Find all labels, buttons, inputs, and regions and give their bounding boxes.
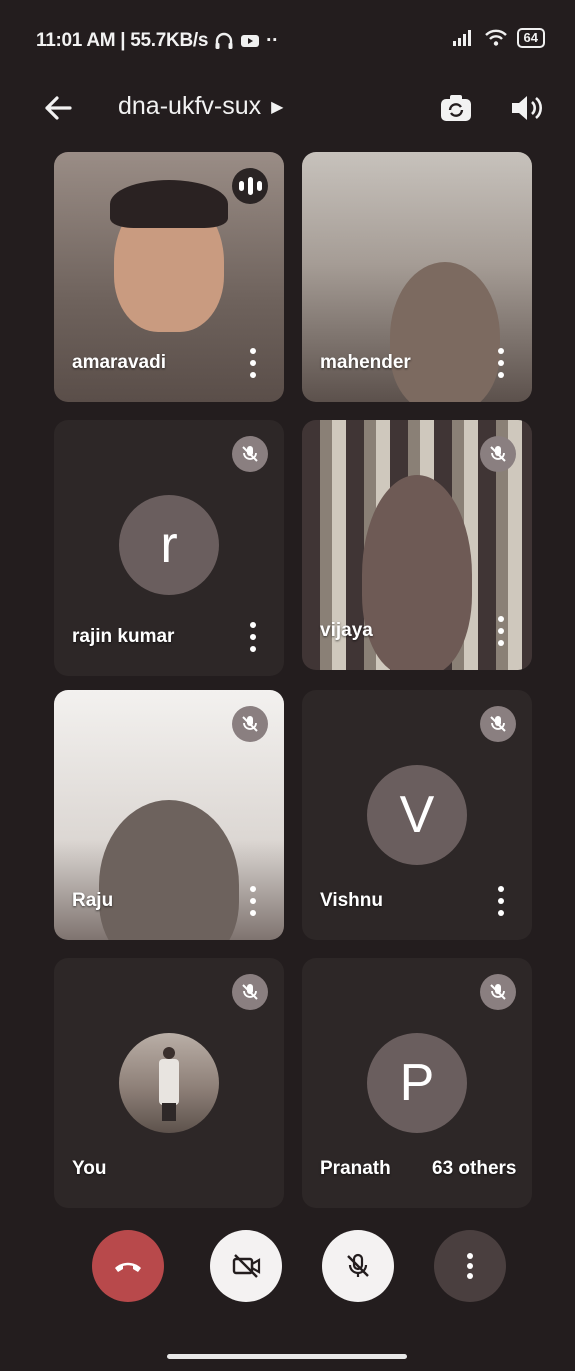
mic-off-icon — [347, 1253, 369, 1277]
participant-tile-others[interactable]: P Pranath 63 others — [302, 958, 532, 1208]
more-options-button[interactable] — [434, 1230, 506, 1302]
end-call-button[interactable] — [92, 1230, 164, 1302]
participant-tile-raju[interactable]: Raju — [54, 690, 284, 940]
call-controls — [0, 1230, 575, 1310]
avatar: P — [367, 1033, 467, 1133]
camera-switch-icon — [441, 95, 471, 121]
participant-tile-you[interactable]: You — [54, 958, 284, 1208]
speaker-button[interactable] — [506, 88, 546, 128]
others-count: 63 others — [432, 1158, 517, 1179]
more-vertical-icon[interactable] — [248, 348, 258, 378]
participant-name: Pranath — [320, 1158, 391, 1179]
mic-off-icon — [480, 706, 516, 742]
more-vertical-icon[interactable] — [496, 616, 506, 646]
video-toggle-button[interactable] — [210, 1230, 282, 1302]
meeting-code: dna-ukfv-sux — [118, 92, 262, 120]
avatar — [119, 1033, 219, 1133]
participant-name: amaravadi — [72, 352, 167, 373]
participant-tile-vishnu[interactable]: V Vishnu — [302, 690, 532, 940]
home-indicator[interactable] — [167, 1354, 407, 1359]
battery-indicator: 64 — [516, 28, 545, 48]
participant-name: mahender — [320, 352, 411, 373]
arrow-left-icon — [45, 96, 72, 120]
participant-video — [99, 800, 239, 940]
participant-name: You — [72, 1158, 107, 1179]
signal-icon — [452, 30, 471, 46]
more-vertical-icon[interactable] — [248, 886, 258, 916]
participant-tile-amaravadi[interactable]: amaravadi — [54, 152, 284, 402]
back-button[interactable] — [40, 90, 80, 130]
participant-tile-rajin-kumar[interactable]: r rajin kumar — [54, 420, 284, 676]
headphones-icon — [215, 32, 233, 49]
video-off-icon — [232, 1254, 261, 1278]
chevron-right-icon: ▶ — [271, 98, 284, 116]
meeting-header: dna-ukfv-sux ▶ — [0, 80, 575, 136]
more-vertical-icon — [467, 1253, 473, 1279]
mic-off-icon — [232, 436, 268, 472]
avatar: r — [119, 495, 219, 595]
phone-hangup-icon — [115, 1262, 141, 1272]
mic-off-icon — [480, 974, 516, 1010]
speaking-indicator-icon — [232, 168, 268, 204]
participant-tile-vijaya[interactable]: vijaya — [302, 420, 532, 670]
avatar: V — [367, 765, 467, 865]
more-vertical-icon[interactable] — [496, 886, 506, 916]
status-time: 11:01 AM | 55.7KB/s — [36, 30, 209, 51]
speaker-icon — [512, 96, 542, 120]
mic-toggle-button[interactable] — [322, 1230, 394, 1302]
youtube-icon — [241, 35, 260, 47]
mic-off-icon — [232, 974, 268, 1010]
participant-tile-mahender[interactable]: mahender — [302, 152, 532, 402]
participant-name: Raju — [72, 890, 114, 911]
more-notifications-icon: ·· — [266, 30, 279, 51]
status-bar: 11:01 AM | 55.7KB/s ·· 64 — [0, 0, 575, 70]
mic-off-icon — [232, 706, 268, 742]
wifi-icon — [484, 29, 507, 46]
participant-name: rajin kumar — [72, 626, 175, 647]
more-vertical-icon[interactable] — [248, 622, 258, 652]
mic-off-icon — [480, 436, 516, 472]
more-vertical-icon[interactable] — [496, 348, 506, 378]
meeting-info-button[interactable]: dna-ukfv-sux ▶ — [118, 92, 283, 121]
participant-name: Vishnu — [320, 890, 383, 911]
participant-name: vijaya — [320, 620, 373, 641]
participant-video — [389, 262, 500, 402]
camera-switch-button[interactable] — [436, 88, 476, 128]
participant-video — [362, 475, 472, 670]
